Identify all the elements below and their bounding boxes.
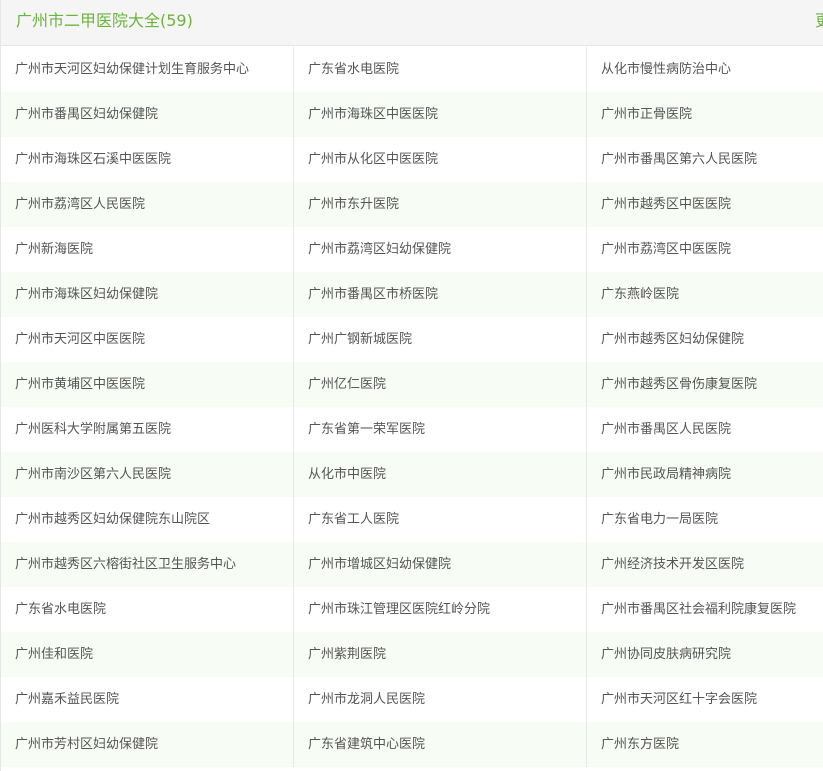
hospital-link[interactable]: 广州经济技术开发区医院: [587, 542, 823, 587]
hospital-link[interactable]: 广州市东升医院: [294, 182, 587, 227]
hospital-link[interactable]: 广州紫荆医院: [294, 632, 587, 677]
hospital-link[interactable]: 广州市番禺区第六人民医院: [587, 137, 823, 182]
hospital-list-panel: 广州市二甲医院大全(59) 更 广州市天河区妇幼保健计划生育服务中心广东省水电医…: [0, 0, 823, 771]
table-row: 广州佳和医院 广州紫荆医院 广州协同皮肤病研究院: [1, 632, 823, 677]
table-row: 广州市黄埔区中医医院 广州亿仁医院 广州市越秀区骨伤康复医院: [1, 362, 823, 407]
hospital-link[interactable]: 广东省第一荣军医院: [294, 407, 587, 452]
hospital-link[interactable]: 广州市番禺区社会福利院康复医院: [587, 587, 823, 632]
hospital-link[interactable]: 广东省水电医院: [294, 47, 587, 92]
hospital-link[interactable]: 广州市越秀区妇幼保健院: [587, 317, 823, 362]
hospital-link[interactable]: 广州东方医院: [587, 722, 823, 767]
hospital-link[interactable]: 广州新海医院: [1, 227, 294, 272]
hospital-link[interactable]: 广州市荔湾区中医医院: [587, 227, 823, 272]
hospital-link[interactable]: 广州市越秀区妇幼保健院东山院区: [1, 497, 294, 542]
hospital-link[interactable]: 广州亿仁医院: [294, 362, 587, 407]
hospital-link[interactable]: 广州市龙洞人民医院: [294, 677, 587, 722]
hospital-link[interactable]: 广州市民政局精神病院: [587, 452, 823, 497]
hospital-link[interactable]: 广州市荔湾区人民医院: [1, 182, 294, 227]
hospital-link[interactable]: 广州市芳村区妇幼保健院: [1, 722, 294, 767]
hospital-link[interactable]: 广州市海珠区中医医院: [294, 92, 587, 137]
table-row: 广州市荔湾区人民医院 广州市东升医院 广州市越秀区中医医院: [1, 182, 823, 227]
hospital-link[interactable]: 广州市黄埔区中医医院: [1, 362, 294, 407]
hospital-link[interactable]: 广州市天河区中医医院: [1, 317, 294, 362]
hospital-link[interactable]: 广州市增城区妇幼保健院: [294, 542, 587, 587]
table-row: 广州市南沙区第六人民医院 从化市中医院 广州市民政局精神病院: [1, 452, 823, 497]
hospital-link[interactable]: 广东省建筑中心医院: [294, 722, 587, 767]
hospital-link[interactable]: 广州市番禺区市桥医院: [294, 272, 587, 317]
hospital-link[interactable]: 广州市番禺区妇幼保健院: [1, 92, 294, 137]
hospital-link[interactable]: 广东省电力一局医院: [587, 497, 823, 542]
hospital-link[interactable]: 广州佳和医院: [1, 632, 294, 677]
hospital-link[interactable]: 广州市越秀区六榕街社区卫生服务中心: [1, 542, 294, 587]
table-row: 广州市天河区妇幼保健计划生育服务中心 广东省水电医院 从化市慢性病防治中心: [1, 47, 823, 92]
table-row: 广州市海珠区石溪中医医院 广州市从化区中医医院 广州市番禺区第六人民医院: [1, 137, 823, 182]
hospital-link[interactable]: 广州市海珠区石溪中医医院: [1, 137, 294, 182]
hospital-link[interactable]: 广东省水电医院: [1, 587, 294, 632]
hospital-link[interactable]: 从化市慢性病防治中心: [587, 47, 823, 92]
hospital-link[interactable]: 广州市海珠区妇幼保健院: [1, 272, 294, 317]
hospital-link[interactable]: 广州市天河区妇幼保健计划生育服务中心: [1, 47, 294, 92]
more-link[interactable]: 更: [815, 10, 823, 32]
panel-title: 广州市二甲医院大全(59): [16, 11, 193, 30]
hospital-link[interactable]: 广州市越秀区中医医院: [587, 182, 823, 227]
hospital-link[interactable]: 广州市越秀区骨伤康复医院: [587, 362, 823, 407]
hospital-link[interactable]: 广州市天河区红十字会医院: [587, 677, 823, 722]
table-row: 广州市番禺区妇幼保健院 广州市海珠区中医医院 广州市正骨医院: [1, 92, 823, 137]
hospital-link[interactable]: 广州嘉禾益民医院: [1, 677, 294, 722]
table-row: 广州新海医院 广州市荔湾区妇幼保健院 广州市荔湾区中医医院: [1, 227, 823, 272]
hospital-link[interactable]: 广州市正骨医院: [587, 92, 823, 137]
table-row: 广州嘉禾益民医院 广州市龙洞人民医院 广州市天河区红十字会医院: [1, 677, 823, 722]
table-row: 广州市越秀区六榕街社区卫生服务中心 广州市增城区妇幼保健院 广州经济技术开发区医院: [1, 542, 823, 587]
hospital-link[interactable]: 广东省工人医院: [294, 497, 587, 542]
hospital-link[interactable]: 广州市荔湾区妇幼保健院: [294, 227, 587, 272]
hospital-link[interactable]: 广州市珠江管理区医院红岭分院: [294, 587, 587, 632]
hospital-link[interactable]: 广州协同皮肤病研究院: [587, 632, 823, 677]
table-row: 广州市海珠区妇幼保健院 广州市番禺区市桥医院 广东燕岭医院: [1, 272, 823, 317]
table-row: 广东省水电医院 广州市珠江管理区医院红岭分院 广州市番禺区社会福利院康复医院: [1, 587, 823, 632]
hospital-link[interactable]: 广州市番禺区人民医院: [587, 407, 823, 452]
hospital-link[interactable]: 广州市从化区中医医院: [294, 137, 587, 182]
hospital-link[interactable]: 广州广钢新城医院: [294, 317, 587, 362]
table-row: 广州市芳村区妇幼保健院 广东省建筑中心医院 广州东方医院: [1, 722, 823, 767]
hospital-link[interactable]: 从化市中医院: [294, 452, 587, 497]
hospital-link[interactable]: 广东燕岭医院: [587, 272, 823, 317]
table-row: 广州市天河区中医医院 广州广钢新城医院 广州市越秀区妇幼保健院: [1, 317, 823, 362]
hospital-grid: 广州市天河区妇幼保健计划生育服务中心 广东省水电医院 从化市慢性病防治中心 广州市番禺…: [1, 47, 823, 767]
panel-header: 广州市二甲医院大全(59) 更: [1, 0, 823, 46]
table-row: 广州医科大学附属第五医院 广东省第一荣军医院 广州市番禺区人民医院: [1, 407, 823, 452]
hospital-link[interactable]: 广州市南沙区第六人民医院: [1, 452, 294, 497]
hospital-link[interactable]: 广州医科大学附属第五医院: [1, 407, 294, 452]
table-row: 广州市越秀区妇幼保健院东山院区 广东省工人医院 广东省电力一局医院: [1, 497, 823, 542]
